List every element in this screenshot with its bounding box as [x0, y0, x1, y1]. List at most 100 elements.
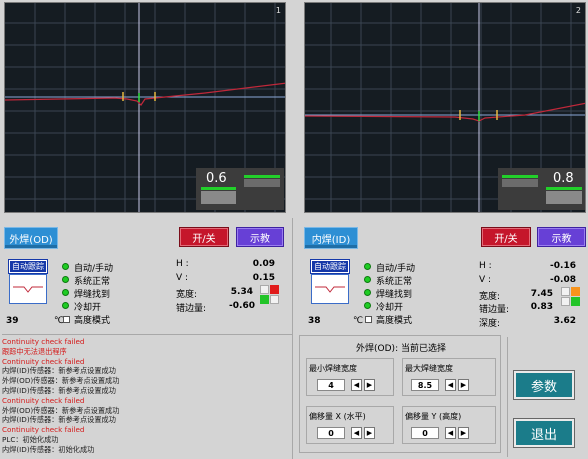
teach-id-button[interactable]: 示教	[537, 227, 586, 247]
log-line: 内焊(ID)传感器：新参考点设置成功	[2, 366, 116, 376]
metric-h-value: 0.09	[252, 259, 275, 269]
log-line: Continuity check failed	[2, 337, 85, 346]
status-seam-found: 焊缝找到	[376, 290, 413, 300]
metric-h-value: -0.16	[550, 261, 576, 271]
scope-number-od: 1	[275, 6, 281, 15]
weld-od-button[interactable]: 外焊(OD)	[4, 227, 58, 249]
temperature-value-id: 38	[308, 316, 321, 326]
high-mode-label-id: 高度模式	[376, 316, 413, 326]
offset-x-decrease-icon[interactable]: ◀	[351, 427, 362, 439]
offset-x-group: 偏移量 X (水平) 0 ◀ ▶	[306, 406, 394, 444]
divider	[507, 337, 508, 457]
min-width-value[interactable]: 4	[317, 379, 345, 391]
offset-y-decrease-icon[interactable]: ◀	[445, 427, 456, 439]
log-line: Continuity check failed	[2, 425, 85, 435]
offset-y-label: 偏移量 Y (高度)	[405, 411, 462, 422]
led-icon	[62, 289, 69, 296]
max-width-decrease-icon[interactable]: ◀	[445, 379, 456, 391]
log-line: 内焊(ID)传感器：初始化成功	[2, 444, 95, 454]
weld-id-button[interactable]: 内焊(ID)	[304, 227, 358, 249]
offset-y-group: 偏移量 Y (高度) 0 ◀ ▶	[402, 406, 496, 444]
metric-width-label: 宽度:	[479, 292, 501, 302]
status-system-ok: 系统正常	[376, 277, 413, 287]
led-icon	[364, 289, 371, 296]
readout-id: 0.8	[498, 168, 585, 210]
min-width-group: 最小焊缝宽度 4 ◀ ▶	[306, 358, 394, 396]
status-cooling-on: 冷却开	[376, 303, 404, 313]
status-panel-id: 自动跟踪 38 ℃ 自动/手动 系统正常 焊缝找到 冷却开 高度模式 H : -…	[306, 252, 584, 332]
message-log[interactable]: Continuity check failed 跟踪中无法退出程序 Contin…	[2, 337, 286, 459]
metric-misalign-value: -0.60	[229, 301, 255, 311]
max-width-increase-icon[interactable]: ▶	[458, 379, 469, 391]
metric-misalign-value: 0.83	[530, 302, 553, 312]
offset-x-increase-icon[interactable]: ▶	[364, 427, 375, 439]
offset-y-increase-icon[interactable]: ▶	[458, 427, 469, 439]
min-width-increase-icon[interactable]: ▶	[364, 379, 375, 391]
min-width-decrease-icon[interactable]: ◀	[351, 379, 362, 391]
high-mode-checkbox-od[interactable]	[63, 316, 70, 323]
offset-x-label: 偏移量 X (水平)	[309, 411, 366, 422]
auto-track-label-od[interactable]: 自动跟踪	[8, 259, 48, 274]
metric-depth-label: 深度:	[479, 319, 501, 329]
metric-width-value: 7.45	[530, 289, 553, 299]
status-cooling-on: 冷却开	[74, 303, 102, 313]
temperature-value-od: 39	[6, 316, 19, 326]
readout-value-id: 0.8	[553, 171, 574, 186]
max-width-group: 最大焊缝宽度 8.5 ◀ ▶	[402, 358, 496, 396]
metric-misalign-label: 错边量:	[479, 305, 510, 315]
metric-width-value: 5.34	[230, 287, 253, 297]
scope-view-id: 2 0.8	[304, 2, 586, 213]
led-icon	[364, 302, 371, 309]
log-line: 跟踪中无法退出程序	[2, 346, 67, 356]
teach-od-button[interactable]: 示教	[236, 227, 284, 247]
metric-v-value: -0.08	[550, 275, 576, 285]
metric-h-label: H :	[176, 259, 189, 269]
seam-profile-icon-id	[311, 274, 349, 304]
metric-depth-value: 3.62	[553, 316, 576, 326]
readout-level-od	[201, 187, 236, 190]
parameter-panel-title: 外焊(OD): 当前已选择	[356, 344, 446, 354]
metric-misalign-label: 错边量:	[176, 304, 207, 314]
status-system-ok: 系统正常	[74, 277, 111, 287]
led-icon	[62, 302, 69, 309]
metric-width-label: 宽度:	[176, 290, 198, 300]
scope-view-od: 1 0.6	[4, 2, 286, 213]
metric-v-value: 0.15	[252, 273, 275, 283]
divider	[292, 218, 293, 459]
log-line: 外焊(OD)传感器：新参考点设置成功	[2, 376, 120, 386]
metric-v-label: V :	[176, 273, 189, 283]
log-line: Continuity check failed	[2, 356, 85, 366]
min-width-label: 最小焊缝宽度	[309, 363, 357, 374]
offset-y-value[interactable]: 0	[411, 427, 439, 439]
status-panel-od: 自动跟踪 39 ℃ 自动/手动 系统正常 焊缝找到 冷却开 高度模式 H : 0…	[6, 252, 284, 332]
log-line: 内焊(ID)传感器：新参考点设置成功	[2, 385, 116, 395]
status-auto-manual: 自动/手动	[376, 264, 416, 274]
readout-level-id	[502, 175, 538, 178]
scope-number-id: 2	[575, 6, 581, 15]
temperature-unit-id: ℃	[353, 316, 364, 326]
metric-h-label: H :	[479, 261, 492, 271]
onoff-od-button[interactable]: 开/关	[179, 227, 229, 247]
divider	[2, 334, 292, 335]
log-line: Continuity check failed	[2, 395, 85, 405]
led-icon	[364, 263, 371, 270]
readout-value-od: 0.6	[206, 171, 227, 186]
high-mode-label-od: 高度模式	[74, 316, 111, 326]
log-line: 内焊(ID)传感器：新参考点设置成功	[2, 415, 116, 425]
offset-x-value[interactable]: 0	[317, 427, 345, 439]
log-line: PLC：初始化成功	[2, 434, 59, 444]
auto-track-label-id[interactable]: 自动跟踪	[310, 259, 350, 274]
status-seam-found: 焊缝找到	[74, 290, 111, 300]
high-mode-checkbox-id[interactable]	[365, 316, 372, 323]
log-line: 外焊(OD)传感器：新参考点设置成功	[2, 405, 120, 415]
readout-od: 0.6	[196, 168, 284, 210]
status-auto-manual: 自动/手动	[74, 264, 114, 274]
parameters-button[interactable]: 参数	[513, 370, 575, 400]
max-width-value[interactable]: 8.5	[411, 379, 439, 391]
led-icon	[364, 276, 371, 283]
led-icon	[62, 276, 69, 283]
seam-profile-icon-od	[9, 274, 47, 304]
onoff-id-button[interactable]: 开/关	[481, 227, 531, 247]
led-icon	[62, 263, 69, 270]
exit-button[interactable]: 退出	[513, 418, 575, 448]
